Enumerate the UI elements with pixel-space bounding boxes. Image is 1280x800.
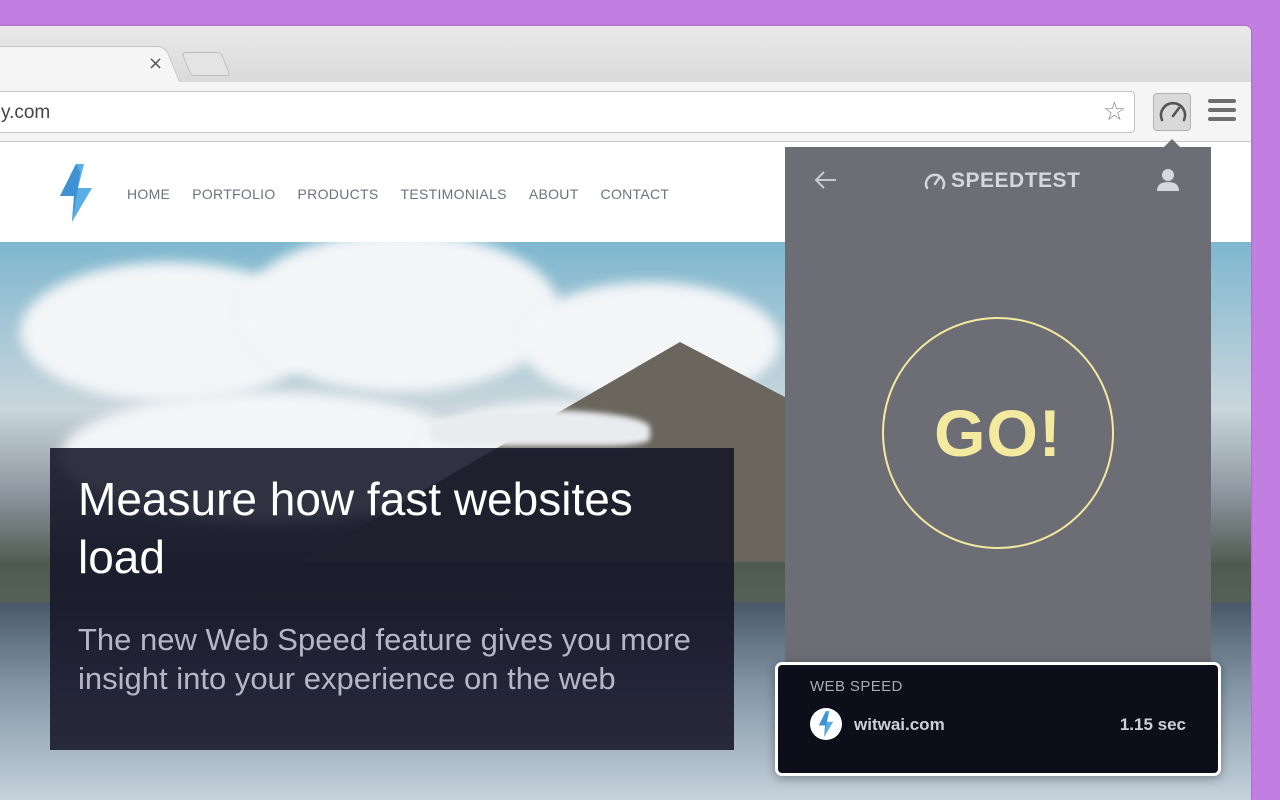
- go-button[interactable]: GO!: [882, 317, 1114, 549]
- site-nav: HOME PORTFOLIO PRODUCTS TESTIMONIALS ABO…: [127, 186, 669, 202]
- speedtest-brand-text: SPEEDTEST: [951, 169, 1081, 192]
- speedtest-logo: SPEEDTEST: [923, 169, 1080, 193]
- nav-home[interactable]: HOME: [127, 186, 170, 202]
- go-button-label: GO!: [934, 396, 1062, 470]
- speedometer-logo-icon: [924, 173, 946, 190]
- address-bar[interactable]: y.com ☆: [0, 91, 1135, 133]
- address-bar-url[interactable]: y.com: [1, 102, 50, 124]
- web-speed-site: witwai.com: [854, 715, 945, 734]
- nav-about[interactable]: ABOUT: [529, 186, 579, 202]
- browser-toolbar: y.com ☆: [0, 82, 1251, 142]
- web-speed-label: WEB SPEED: [810, 678, 903, 695]
- bookmark-star-icon[interactable]: ☆: [1103, 98, 1126, 126]
- speedometer-icon: [1159, 101, 1187, 122]
- site-favicon-icon: [810, 708, 842, 740]
- web-speed-time: 1.15 sec: [1119, 715, 1186, 734]
- back-arrow-icon[interactable]: [813, 167, 839, 198]
- tab-strip: ×: [0, 26, 1251, 82]
- speedtest-popup: SPEEDTEST GO!: [785, 147, 1211, 667]
- nav-portfolio[interactable]: PORTFOLIO: [192, 186, 275, 202]
- hero-title: Measure how fast websites load: [78, 473, 633, 583]
- site-logo-icon[interactable]: [58, 164, 94, 227]
- nav-testimonials[interactable]: TESTIMONIALS: [401, 186, 507, 202]
- hero-card: Measure how fast websites load The new W…: [50, 448, 734, 750]
- nav-products[interactable]: PRODUCTS: [298, 186, 379, 202]
- user-icon[interactable]: [1155, 167, 1181, 198]
- speedtest-extension-button[interactable]: [1153, 93, 1191, 131]
- nav-contact[interactable]: CONTACT: [601, 186, 670, 202]
- popup-caret: [1164, 139, 1180, 147]
- new-tab-button[interactable]: [181, 52, 231, 76]
- web-speed-card[interactable]: WEB SPEED witwai.com 1.15 sec: [775, 662, 1221, 776]
- hero-subtitle: The new Web Speed feature gives you more…: [78, 622, 691, 696]
- tab-close-icon[interactable]: ×: [148, 54, 163, 74]
- browser-menu-icon[interactable]: [1208, 99, 1236, 125]
